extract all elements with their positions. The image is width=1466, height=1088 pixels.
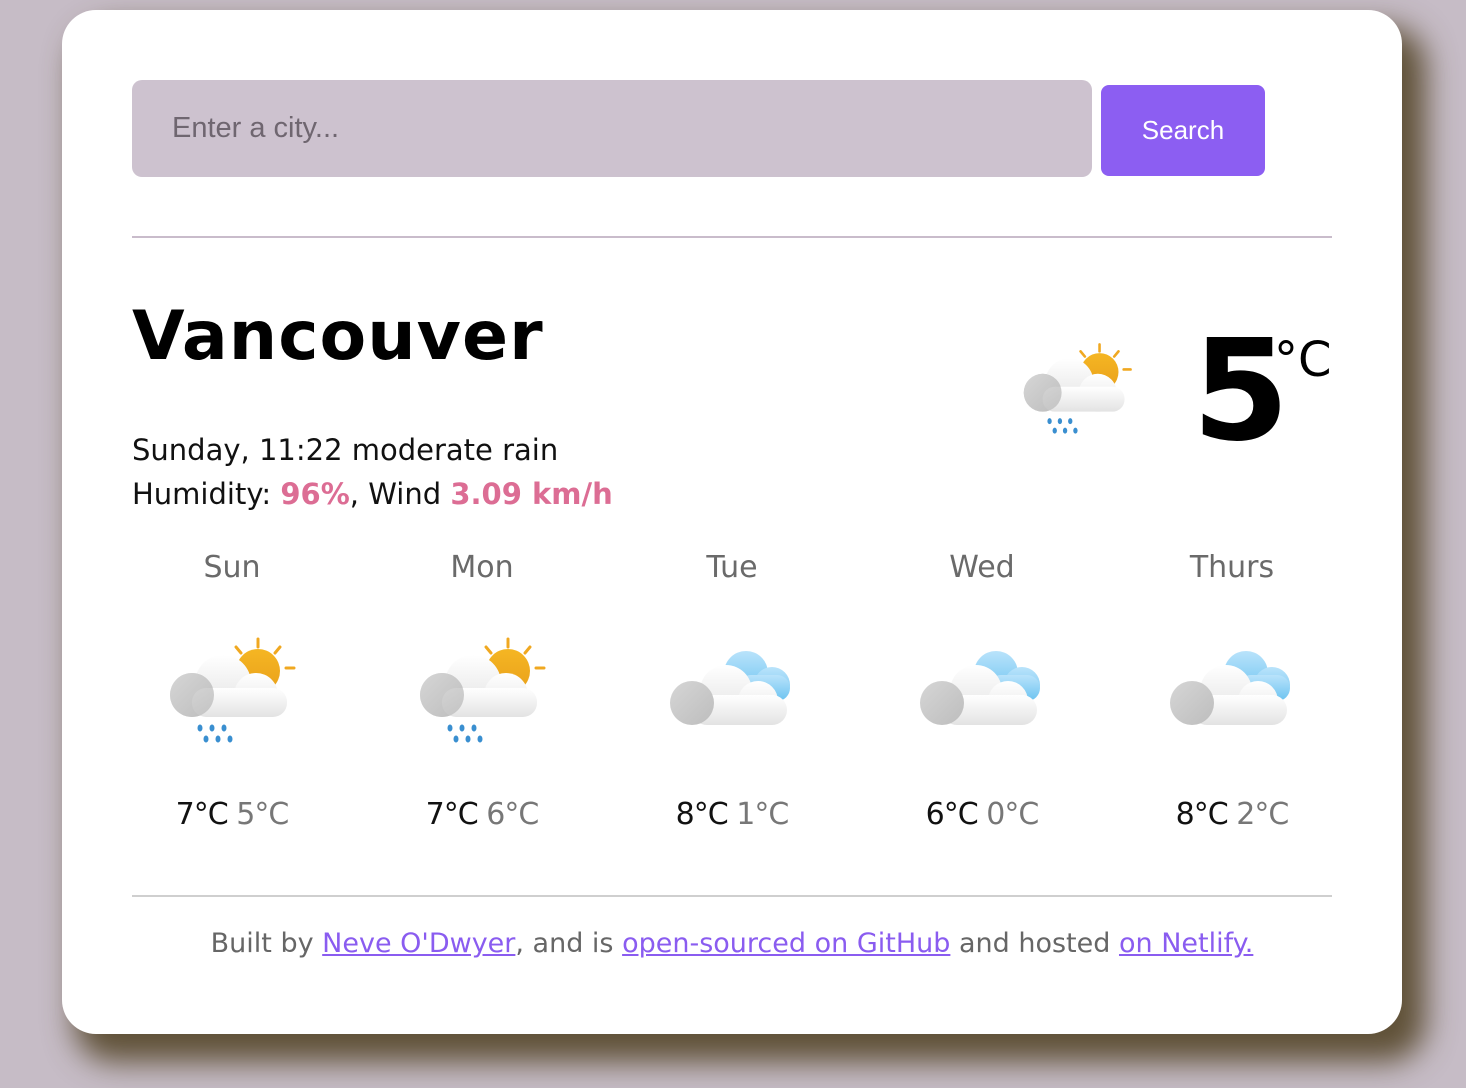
forecast-min-temp: 2°C — [1236, 797, 1289, 832]
day-description-line: Sunday, 11:22 moderate rain — [132, 428, 613, 472]
forecast-min-temp: 6°C — [486, 797, 539, 832]
partly-cloudy-rain-icon — [418, 633, 548, 753]
search-button[interactable]: Search — [1101, 85, 1265, 176]
forecast-max-temp: 8°C — [1175, 797, 1229, 832]
forecast-day-name: Thurs — [1189, 550, 1275, 585]
forecast-min-temp: 5°C — [236, 797, 289, 832]
forecast-temps: 7°C 6°C — [382, 797, 582, 832]
forecast-max-temp: 7°C — [425, 797, 479, 832]
forecast-temps: 7°C 5°C — [132, 797, 332, 832]
forecast-temps: 8°C 1°C — [632, 797, 832, 832]
forecast-day: Sun 7°C 5°C — [132, 545, 332, 845]
weather-card: Search Vancouver Sunday, 11:22 moderate … — [62, 10, 1402, 1034]
current-details: Sunday, 11:22 moderate rain Humidity: 96… — [132, 428, 613, 516]
forecast-max-temp: 7°C — [175, 797, 229, 832]
forecast-max-temp: 6°C — [925, 797, 979, 832]
footer-middle: , and is — [515, 928, 623, 959]
humidity-wind-line: Humidity: 96%, Wind 3.09 km/h — [132, 472, 613, 516]
forecast-day: Wed 6°C 0°C — [882, 545, 1082, 845]
forecast-temps: 6°C 0°C — [882, 797, 1082, 832]
search-form: Search — [132, 80, 1267, 177]
humidity-label: Humidity: — [132, 477, 272, 511]
forecast-day: Mon 7°C 6°C — [382, 545, 582, 845]
footer: Built by Neve O'Dwyer, and is open-sourc… — [132, 928, 1332, 959]
city-name: Vancouver — [132, 297, 544, 376]
partly-cloudy-rain-icon — [168, 633, 298, 753]
cloudy-icon — [918, 633, 1048, 753]
forecast-min-temp: 1°C — [736, 797, 789, 832]
cloudy-icon — [668, 633, 798, 753]
current-day-time: Sunday, 11:22 — [132, 433, 343, 467]
forecast-min-temp: 0°C — [986, 797, 1039, 832]
forecast-day-name: Wed — [949, 550, 1015, 585]
forecast-day: Thurs 8°C 2°C — [1132, 545, 1332, 845]
footer-prefix: Built by — [210, 928, 323, 959]
wind-label: Wind — [368, 477, 442, 511]
bottom-divider — [132, 895, 1332, 897]
cloudy-icon — [1168, 633, 1298, 753]
city-search-input[interactable] — [132, 80, 1092, 177]
partly-cloudy-rain-icon — [1022, 336, 1134, 446]
forecast-list: Sun 7°C 5°C Mon 7°C 6°C Tue 8°C 1°C Wed — [132, 545, 1382, 845]
forecast-temps: 8°C 2°C — [1132, 797, 1332, 832]
comma-separator: , — [349, 477, 360, 511]
forecast-day-name: Sun — [203, 550, 261, 585]
netlify-link[interactable]: on Netlify. — [1119, 928, 1253, 959]
footer-hosted-text: and hosted — [950, 928, 1119, 959]
forecast-day-name: Mon — [450, 550, 514, 585]
forecast-day: Tue 8°C 1°C — [632, 545, 832, 845]
wind-value: 3.09 km/h — [450, 477, 613, 511]
humidity-value: 96% — [280, 477, 350, 511]
current-description: moderate rain — [351, 433, 559, 467]
temperature-unit: °C — [1274, 332, 1332, 388]
forecast-max-temp: 8°C — [675, 797, 729, 832]
forecast-day-name: Tue — [706, 550, 758, 585]
github-link[interactable]: open-sourced on GitHub — [622, 928, 950, 959]
top-divider — [132, 236, 1332, 238]
author-link[interactable]: Neve O'Dwyer — [322, 928, 515, 959]
